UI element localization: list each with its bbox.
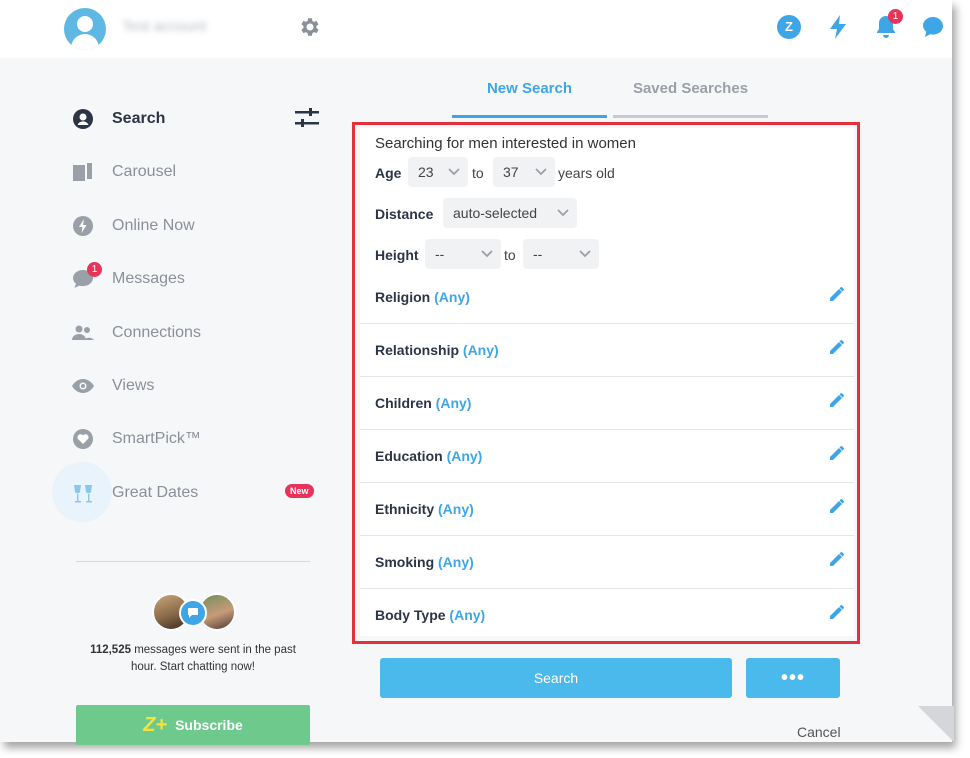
filter-label: Smoking (Any) — [375, 554, 474, 570]
more-options-button[interactable]: ••• — [746, 658, 840, 698]
bolt-icon[interactable] — [827, 14, 849, 40]
pencil-icon[interactable] — [828, 285, 846, 303]
pencil-icon[interactable] — [828, 497, 846, 515]
tab-underline — [613, 115, 768, 118]
filter-label: Religion (Any) — [375, 289, 470, 305]
chevron-down-icon — [481, 250, 493, 258]
distance-select[interactable]: auto-selected — [443, 198, 577, 228]
tab-new-search[interactable]: New Search — [452, 80, 607, 97]
filter-row-education[interactable]: Education (Any) — [360, 430, 854, 483]
height-max-value: -- — [533, 246, 543, 262]
account-name[interactable]: Test account — [122, 18, 206, 35]
profile-avatar[interactable] — [64, 8, 106, 50]
z-credits-icon[interactable]: Z — [777, 15, 801, 39]
heart-badge-icon — [72, 428, 94, 450]
age-suffix: years old — [558, 165, 615, 181]
height-label: Height — [375, 247, 419, 263]
distance-value: auto-selected — [453, 205, 538, 221]
subscribe-label: Subscribe — [175, 717, 243, 733]
sidebar-item-great-dates[interactable]: Great Dates — [72, 481, 198, 505]
filter-row-religion[interactable]: Religion (Any) — [360, 271, 854, 324]
sidebar-item-carousel[interactable]: Carousel — [72, 160, 176, 184]
height-min-select[interactable]: -- — [425, 239, 501, 269]
app-window: Test account Z 1 Search Carousel Online … — [0, 0, 952, 745]
search-button[interactable]: Search — [380, 658, 732, 698]
filter-label: Education (Any) — [375, 448, 483, 464]
age-min-value: 23 — [418, 164, 434, 180]
height-to-text: to — [504, 247, 516, 263]
filter-label: Ethnicity (Any) — [375, 501, 474, 517]
glasses-cheers-icon — [72, 482, 94, 504]
age-min-select[interactable]: 23 — [408, 157, 468, 187]
chat-bubble-icon: 1 — [72, 262, 102, 290]
filter-row-children[interactable]: Children (Any) — [360, 377, 854, 430]
people-icon — [72, 322, 94, 344]
filter-row-ethnicity[interactable]: Ethnicity (Any) — [360, 483, 854, 536]
pencil-icon[interactable] — [828, 444, 846, 462]
chat-bubble-icon — [179, 599, 207, 627]
sidebar-item-connections[interactable]: Connections — [72, 321, 201, 345]
sidebar-item-smartpick[interactable]: SmartPick™ — [72, 427, 201, 451]
filter-label: Body Type (Any) — [375, 607, 486, 623]
pencil-icon[interactable] — [828, 338, 846, 356]
sidebar-item-online-now[interactable]: Online Now — [72, 214, 195, 238]
sidebar-item-label: Online Now — [112, 217, 195, 234]
messages-badge: 1 — [87, 262, 102, 277]
sidebar-item-label: Great Dates — [112, 484, 199, 501]
filter-label: Relationship (Any) — [375, 342, 499, 358]
notification-badge: 1 — [888, 9, 903, 24]
cards-icon — [72, 161, 94, 183]
filter-label: Children (Any) — [375, 395, 472, 411]
age-to-text: to — [472, 165, 484, 181]
subscribe-button[interactable]: Z+ Subscribe — [76, 705, 310, 745]
message-stats: 112,525 messages were sent in the past h… — [76, 642, 310, 676]
bolt-icon — [72, 215, 94, 237]
age-max-value: 37 — [503, 164, 519, 180]
chevron-down-icon — [579, 250, 591, 258]
sidebar-divider — [76, 561, 310, 562]
sidebar-item-label: Carousel — [112, 163, 177, 180]
chat-bubble-icon[interactable] — [921, 15, 945, 39]
filter-row-smoking[interactable]: Smoking (Any) — [360, 536, 854, 589]
eye-icon — [72, 375, 94, 397]
chatting-avatars — [152, 593, 236, 631]
sidebar-item-label: Connections — [112, 324, 201, 341]
user-circle-icon — [72, 108, 94, 130]
sidebar-item-messages[interactable]: 1 Messages — [72, 262, 185, 291]
stats-count: 112,525 — [90, 644, 131, 656]
pencil-icon[interactable] — [828, 603, 846, 621]
filter-row-body-type[interactable]: Body Type (Any) — [360, 589, 854, 642]
pencil-icon[interactable] — [828, 391, 846, 409]
page-curl-decoration — [918, 706, 954, 742]
filter-row-relationship[interactable]: Relationship (Any) — [360, 324, 854, 377]
chevron-down-icon — [448, 168, 460, 176]
tab-underline-active — [452, 115, 607, 118]
pencil-icon[interactable] — [828, 550, 846, 568]
tab-saved-searches[interactable]: Saved Searches — [613, 80, 768, 97]
chevron-down-icon — [535, 168, 547, 176]
new-badge: New — [285, 484, 314, 498]
sidebar-item-label: Messages — [112, 270, 185, 287]
search-summary: Searching for men interested in women — [375, 135, 636, 152]
top-bar: Test account Z 1 — [0, 0, 952, 58]
sidebar-item-label: SmartPick™ — [112, 430, 201, 447]
filter-sliders-icon[interactable] — [295, 108, 319, 128]
zoosk-plus-icon: Z+ — [143, 713, 168, 736]
sidebar-item-search[interactable]: Search — [72, 107, 165, 131]
height-min-value: -- — [435, 246, 445, 262]
sidebar-item-label: Views — [112, 377, 155, 394]
age-label: Age — [375, 165, 402, 181]
height-max-select[interactable]: -- — [523, 239, 599, 269]
sidebar-item-label: Search — [112, 110, 166, 127]
stats-text: messages were sent in the past hour. Sta… — [130, 644, 296, 673]
distance-label: Distance — [375, 206, 434, 222]
sidebar-item-views[interactable]: Views — [72, 374, 154, 398]
cancel-link[interactable]: Cancel — [797, 724, 841, 740]
age-max-select[interactable]: 37 — [493, 157, 555, 187]
chevron-down-icon — [557, 209, 569, 217]
gear-icon[interactable] — [298, 15, 322, 39]
